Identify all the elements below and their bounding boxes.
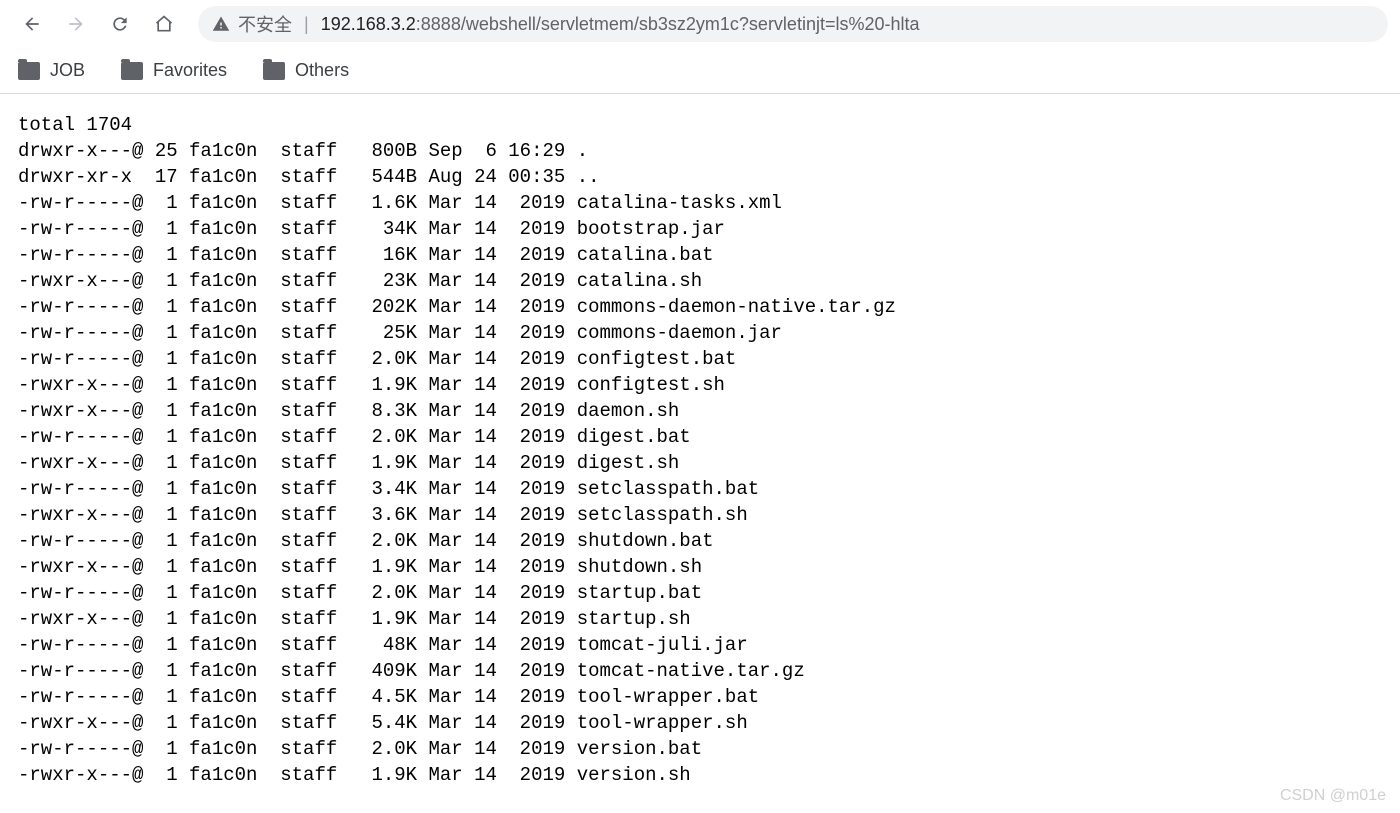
- home-button[interactable]: [144, 4, 184, 44]
- url-text: 192.168.3.2:8888/webshell/servletmem/sb3…: [321, 14, 920, 35]
- arrow-right-icon: [66, 14, 86, 34]
- bookmark-favorites[interactable]: Favorites: [121, 60, 227, 81]
- home-icon: [154, 14, 174, 34]
- back-button[interactable]: [12, 4, 52, 44]
- address-bar[interactable]: 不安全 | 192.168.3.2:8888/webshell/servletm…: [198, 6, 1388, 42]
- bookmarks-bar: JOB Favorites Others: [0, 48, 1400, 94]
- reload-button[interactable]: [100, 4, 140, 44]
- url-host: 192.168.3.2: [321, 14, 416, 34]
- folder-icon: [121, 62, 143, 80]
- address-divider: |: [304, 14, 309, 35]
- watermark: CSDN @m01e: [1280, 787, 1386, 805]
- page-content: total 1704 drwxr-x---@ 25 fa1c0n staff 8…: [0, 94, 1400, 788]
- bookmark-job[interactable]: JOB: [18, 60, 85, 81]
- bookmark-others[interactable]: Others: [263, 60, 349, 81]
- bookmark-label: JOB: [50, 60, 85, 81]
- bookmark-label: Favorites: [153, 60, 227, 81]
- browser-toolbar: 不安全 | 192.168.3.2:8888/webshell/servletm…: [0, 0, 1400, 48]
- reload-icon: [110, 14, 130, 34]
- arrow-left-icon: [22, 14, 42, 34]
- folder-icon: [18, 62, 40, 80]
- security-label: 不安全: [238, 11, 292, 37]
- bookmark-label: Others: [295, 60, 349, 81]
- forward-button[interactable]: [56, 4, 96, 44]
- insecure-icon: [212, 15, 230, 33]
- folder-icon: [263, 62, 285, 80]
- url-path: :8888/webshell/servletmem/sb3sz2ym1c?ser…: [416, 14, 920, 34]
